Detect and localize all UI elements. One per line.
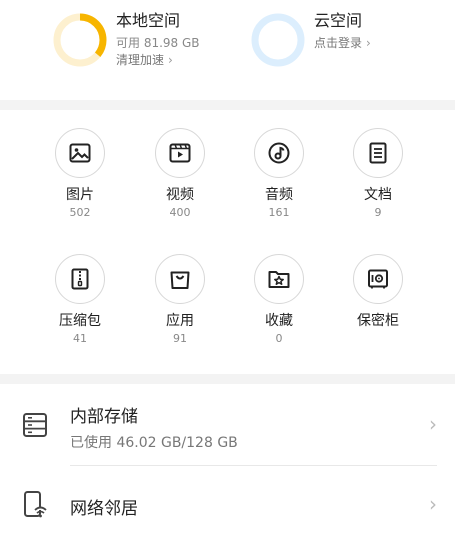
clean-accelerate-label: 清理加速	[116, 53, 165, 67]
chevron-right-icon: ›	[366, 36, 371, 50]
local-storage-text: 本地空间 可用 81.98 GB 清理加速 ›	[116, 8, 200, 69]
cloud-storage-card[interactable]: 云空间 点击登录 ›	[250, 8, 450, 88]
archive-icon	[55, 254, 105, 304]
category-count: 41	[73, 332, 87, 345]
video-icon	[155, 128, 205, 178]
category-count: 91	[173, 332, 187, 345]
local-storage-title: 本地空间	[116, 11, 181, 30]
category-count: 400	[169, 206, 191, 219]
cloud-login-label: 点击登录	[314, 36, 363, 50]
cloud-login-link[interactable]: 点击登录 ›	[314, 35, 371, 52]
category-documents[interactable]: 文档 9	[333, 128, 423, 238]
category-archives[interactable]: 压缩包 41	[35, 254, 125, 364]
category-favorites[interactable]: 收藏 0	[234, 254, 324, 364]
chevron-right-icon: ›	[168, 53, 173, 67]
network-neighbors-row[interactable]: 网络邻居 ›	[0, 466, 455, 536]
category-label: 文档	[364, 187, 392, 203]
network-neighbors-title: 网络邻居	[70, 499, 138, 519]
category-label: 音频	[265, 187, 293, 203]
internal-storage-row[interactable]: 内部存储 已使用 46.02 GB/128 GB ›	[0, 384, 455, 466]
phone-wifi-icon	[24, 491, 47, 518]
category-apps[interactable]: 应用 91	[135, 254, 225, 364]
section-divider	[0, 100, 455, 110]
safe-icon	[353, 254, 403, 304]
local-storage-ring-icon	[53, 13, 107, 67]
category-label: 保密柜	[357, 313, 399, 329]
chevron-right-icon: ›	[429, 492, 437, 516]
category-label: 图片	[66, 187, 94, 203]
category-label: 应用	[166, 313, 194, 329]
category-safe[interactable]: 保密柜	[333, 254, 423, 364]
star-folder-icon	[254, 254, 304, 304]
chevron-right-icon: ›	[429, 412, 437, 436]
storage-drive-icon	[23, 413, 47, 437]
cloud-storage-ring-icon	[251, 13, 305, 67]
category-audio[interactable]: 音频 161	[234, 128, 324, 238]
internal-storage-usage: 已使用 46.02 GB/128 GB	[70, 435, 238, 451]
local-storage-card[interactable]: 本地空间 可用 81.98 GB 清理加速 ›	[52, 8, 252, 88]
category-count: 161	[268, 206, 290, 219]
document-icon	[353, 128, 403, 178]
category-label: 压缩包	[59, 313, 101, 329]
category-images[interactable]: 图片 502	[35, 128, 125, 238]
audio-icon	[254, 128, 304, 178]
app-bag-icon	[155, 254, 205, 304]
category-label: 收藏	[265, 313, 293, 329]
storage-overview: 本地空间 可用 81.98 GB 清理加速 › 云空间 点击登录 ›	[0, 0, 455, 100]
section-divider	[0, 374, 455, 384]
category-count: 0	[275, 332, 283, 345]
category-count: 502	[69, 206, 91, 219]
image-icon	[55, 128, 105, 178]
local-storage-available: 可用 81.98 GB	[116, 36, 200, 50]
category-grid: 图片 502 视频 400 音频 161 文档 9 压缩包 41 应用 91 收…	[0, 110, 455, 374]
clean-accelerate-link[interactable]: 清理加速 ›	[116, 52, 200, 69]
cloud-storage-title: 云空间	[314, 11, 363, 30]
category-label: 视频	[166, 187, 194, 203]
category-videos[interactable]: 视频 400	[135, 128, 225, 238]
internal-storage-title: 内部存储	[70, 407, 138, 427]
category-count: 9	[374, 206, 382, 219]
cloud-storage-text: 云空间 点击登录 ›	[314, 8, 371, 52]
